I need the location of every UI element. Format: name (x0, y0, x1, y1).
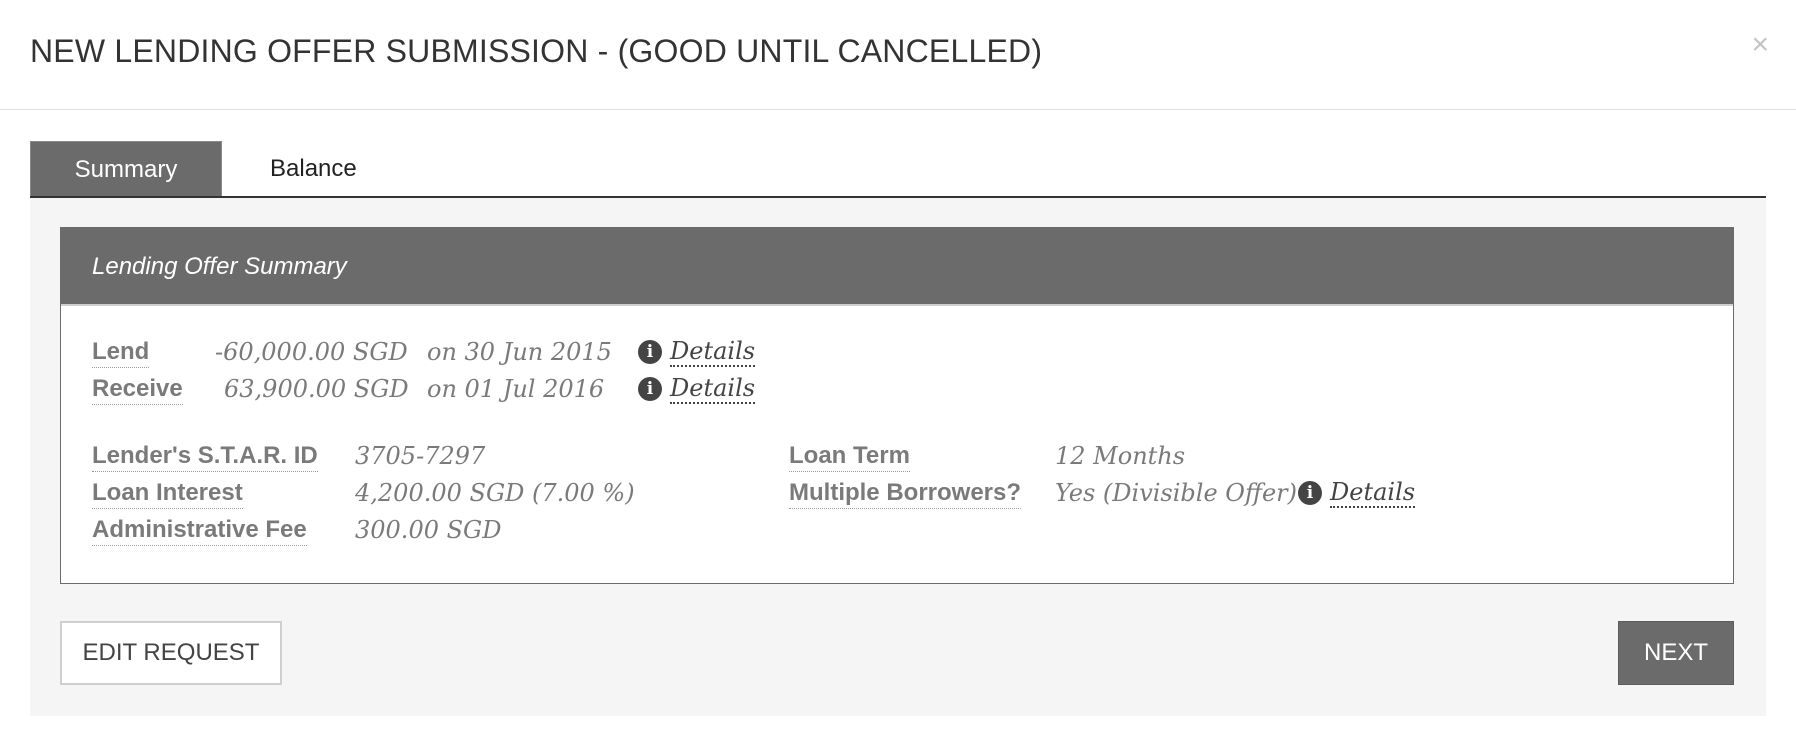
receive-details-link[interactable]: i Details (638, 374, 756, 404)
lending-offer-summary-panel: Lending Offer Summary Lend -60,000.00 SG… (60, 227, 1734, 584)
info-circle-icon: i (638, 340, 662, 364)
receive-label: Receive (92, 374, 183, 405)
details-label: Details (1330, 478, 1416, 508)
close-icon[interactable]: × (1751, 30, 1769, 60)
multiple-borrowers-value: Yes (Divisible Offer) (1055, 479, 1298, 507)
info-circle-icon: i (638, 377, 662, 401)
loan-interest-label: Loan Interest (92, 478, 243, 509)
edit-request-button[interactable]: EDIT REQUEST (60, 621, 282, 685)
administrative-fee-value: 300.00 SGD (355, 516, 502, 544)
next-button[interactable]: NEXT (1618, 621, 1734, 685)
tab-panel-summary: Lending Offer Summary Lend -60,000.00 SG… (30, 198, 1766, 716)
tab-balance[interactable]: Balance (270, 141, 357, 196)
lend-label: Lend (92, 337, 150, 368)
multiple-borrowers-details-link[interactable]: i Details (1298, 478, 1416, 508)
multiple-borrowers-label: Multiple Borrowers? (789, 478, 1022, 509)
lend-amount: -60,000.00 SGD (215, 338, 408, 366)
lend-details-link[interactable]: i Details (638, 337, 756, 367)
details-label: Details (670, 374, 756, 404)
modal-header: NEW LENDING OFFER SUBMISSION - (GOOD UNT… (0, 0, 1796, 110)
lender-star-id-value: 3705-7297 (355, 442, 486, 470)
lender-star-id-label: Lender's S.T.A.R. ID (92, 441, 318, 472)
loan-term-value: 12 Months (1055, 442, 1186, 470)
lend-date: on 30 Jun 2015 (427, 338, 612, 366)
loan-term-label: Loan Term (789, 441, 910, 472)
panel-heading: Lending Offer Summary (61, 228, 1733, 306)
info-circle-icon: i (1298, 481, 1322, 505)
loan-interest-value: 4,200.00 SGD (7.00 %) (355, 479, 635, 507)
administrative-fee-label: Administrative Fee (92, 515, 307, 546)
tab-bar: Summary Balance (30, 141, 1766, 198)
details-label: Details (670, 337, 756, 367)
receive-date: on 01 Jul 2016 (427, 375, 605, 403)
receive-amount: 63,900.00 SGD (224, 375, 409, 403)
tab-summary[interactable]: Summary (30, 141, 222, 196)
modal-title: NEW LENDING OFFER SUBMISSION - (GOOD UNT… (30, 33, 1043, 69)
panel-title: Lending Offer Summary (92, 253, 347, 280)
